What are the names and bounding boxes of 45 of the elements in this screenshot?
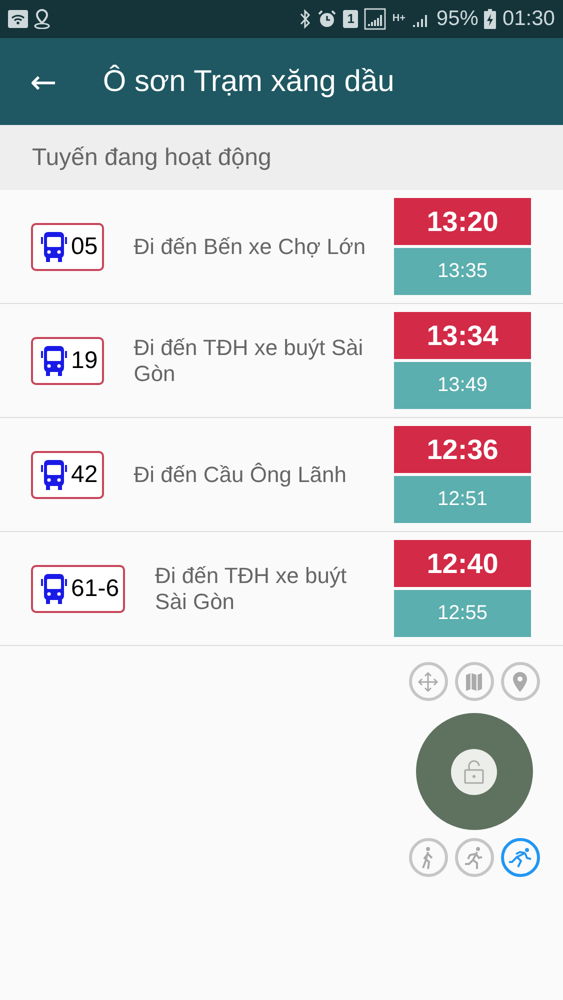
next-arrival-time: 13:20: [394, 198, 531, 245]
move-button[interactable]: [408, 662, 448, 701]
battery-percent: 95%: [436, 7, 478, 31]
following-arrival-time: 13:35: [394, 248, 531, 295]
route-number: 61-6: [71, 574, 120, 602]
bus-icon: [41, 230, 67, 262]
page-title: Ô sơn Trạm xăng dầu: [102, 64, 394, 98]
location-button[interactable]: [500, 662, 540, 701]
map-button[interactable]: [454, 662, 494, 701]
signal-icon: [364, 8, 386, 30]
section-title: Tuyến đang hoạt động: [32, 144, 272, 172]
route-number: 42: [71, 460, 98, 488]
route-number: 05: [71, 232, 98, 260]
network-type: H+: [392, 14, 406, 24]
bus-icon: [41, 344, 67, 376]
next-arrival-time: 12:36: [394, 426, 531, 473]
unlock-icon: [463, 758, 485, 784]
next-arrival-time: 12:40: [394, 540, 531, 587]
running-person-icon: [508, 846, 532, 868]
alarm-icon: [317, 9, 338, 29]
destination: Đi đến Bến xe Chợ Lớn: [134, 234, 367, 260]
next-arrival-time: 13:34: [394, 312, 531, 359]
location-pin-icon: [34, 9, 50, 29]
destination: Đi đến TĐH xe buýt Sài Gòn: [155, 562, 348, 614]
location-pin-icon: [511, 670, 529, 692]
walk-mode-button[interactable]: [408, 838, 448, 877]
jog-mode-button[interactable]: [454, 838, 494, 877]
move-icon: [417, 670, 439, 692]
following-arrival-time: 12:55: [394, 590, 531, 637]
run-mode-button[interactable]: [500, 838, 540, 877]
jogging-person-icon: [463, 846, 485, 870]
back-button[interactable]: ←: [26, 62, 61, 100]
wifi-icon: [8, 10, 28, 28]
bluetooth-icon: [299, 9, 312, 29]
following-arrival-time: 12:51: [394, 476, 531, 523]
destination: Đi đến Cầu Ông Lãnh: [134, 462, 348, 488]
route-number: 19: [71, 346, 98, 374]
bus-icon: [41, 572, 67, 604]
map-icon: [463, 670, 485, 692]
clock: 01:30: [502, 7, 555, 31]
battery-icon: [484, 9, 496, 29]
sim-badge: 1: [343, 10, 358, 28]
destination: Đi đến TĐH xe buýt Sài Gòn: [134, 334, 364, 386]
bus-icon: [41, 458, 67, 490]
following-arrival-time: 13:49: [394, 362, 531, 409]
